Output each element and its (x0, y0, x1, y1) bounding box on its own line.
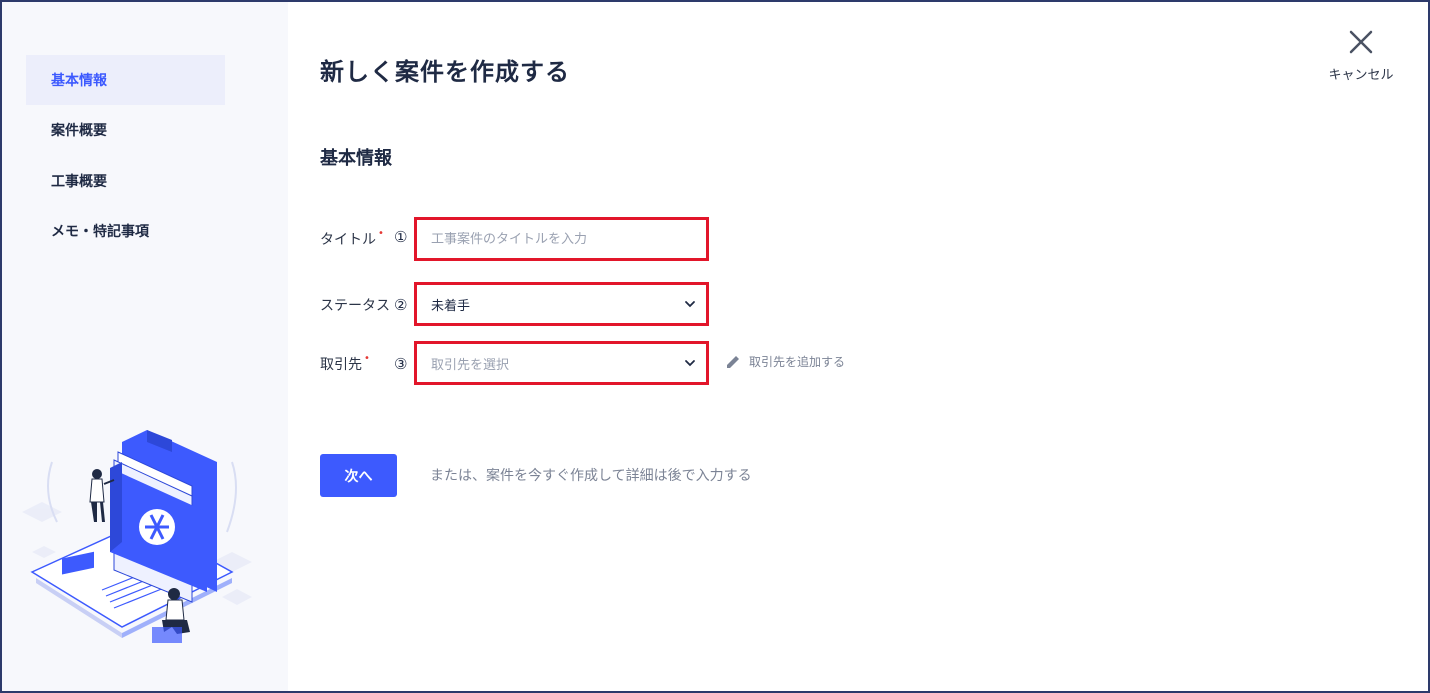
client-field-label: 取引先 • (320, 353, 370, 374)
page-title: 新しく案件を作成する (320, 58, 570, 86)
sidebar-item-label: 案件概要 (51, 123, 107, 139)
sidebar-item-label: メモ・特記事項 (51, 224, 149, 240)
sidebar-item-label: 基本情報 (51, 73, 107, 89)
status-select[interactable]: 未着手 (414, 282, 709, 326)
status-select-value: 未着手 (431, 298, 471, 314)
cancel-label: キャンセル (1328, 68, 1394, 83)
client-select-placeholder: 取引先を選択 (431, 357, 510, 373)
sidebar-item-project-overview[interactable]: 案件概要 (26, 105, 225, 155)
add-client-label: 取引先を追加する (749, 355, 846, 369)
client-label-text: 取引先 (320, 357, 362, 373)
sidebar-item-construction-overview[interactable]: 工事概要 (26, 156, 225, 206)
section-title: 基本情報 (320, 148, 392, 169)
chevron-down-icon (685, 360, 695, 367)
required-marker: • (364, 353, 370, 364)
annotation-number-1: ① (394, 228, 408, 246)
title-field-label: タイトル • (320, 228, 384, 249)
annotation-number-2: ② (394, 296, 408, 314)
pencil-icon (727, 355, 739, 368)
title-input-wrapper (414, 217, 709, 261)
required-marker: • (378, 228, 384, 239)
client-select[interactable]: 取引先を選択 (414, 341, 709, 385)
title-label-text: タイトル (320, 232, 376, 248)
status-field-label: ステータス (320, 298, 390, 314)
close-icon (1349, 30, 1373, 54)
add-client-link[interactable]: 取引先を追加する (725, 353, 845, 370)
create-now-link[interactable]: または、案件を今すぐ作成して詳細は後で入力する (430, 465, 752, 485)
chevron-down-icon (685, 301, 695, 308)
title-input[interactable] (431, 231, 706, 247)
cancel-button[interactable]: キャンセル (1322, 30, 1400, 100)
folder-illustration (22, 430, 252, 643)
sidebar-item-label: 工事概要 (51, 174, 107, 190)
sidebar: 基本情報 案件概要 工事概要 メモ・特記事項 (2, 2, 288, 691)
sidebar-item-notes[interactable]: メモ・特記事項 (26, 206, 225, 256)
annotation-number-3: ③ (394, 355, 408, 373)
next-button[interactable]: 次へ (320, 454, 397, 497)
sidebar-item-basic-info[interactable]: 基本情報 (26, 55, 225, 105)
